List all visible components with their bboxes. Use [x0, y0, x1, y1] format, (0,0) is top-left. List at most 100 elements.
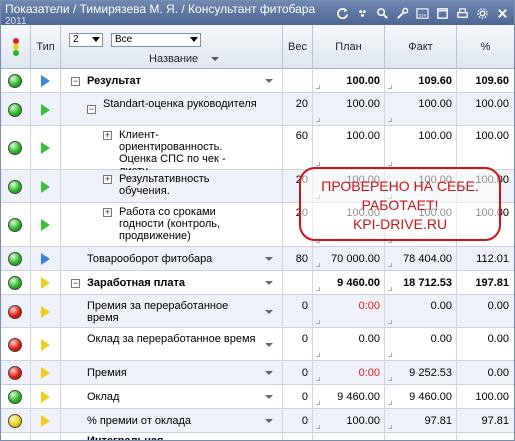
fact-value[interactable]: 109.60: [385, 75, 452, 87]
play-yellow-icon[interactable]: [41, 391, 50, 403]
percent-value[interactable]: 109.60: [457, 75, 509, 87]
row-name[interactable]: Премия: [87, 367, 257, 379]
row-name[interactable]: % премии от оклада: [87, 415, 257, 427]
plan-value[interactable]: 100.00: [313, 98, 380, 110]
plan-value[interactable]: 70 000.00: [313, 253, 380, 265]
row-name[interactable]: Работа со сроками годности (контроль, пр…: [119, 206, 257, 242]
percent-value[interactable]: 97.81: [457, 415, 509, 427]
percent-value[interactable]: 0.00: [457, 300, 509, 312]
row-name[interactable]: Премия за переработанное время: [87, 300, 257, 324]
name-sort-header[interactable]: Название: [149, 53, 219, 65]
collapse-icon[interactable]: −: [87, 105, 96, 114]
percent-value[interactable]: 100.00: [457, 98, 509, 110]
row-name[interactable]: Заработная плата: [87, 277, 257, 289]
row-menu-arrow-icon[interactable]: [265, 79, 273, 83]
status-cell: [1, 328, 31, 360]
collapse-icon[interactable]: −: [71, 278, 80, 288]
plan-value[interactable]: 0.00: [313, 333, 380, 345]
play-yellow-icon[interactable]: [41, 367, 50, 379]
settings-icon[interactable]: [474, 5, 490, 21]
fact-value[interactable]: 100.00: [385, 130, 452, 142]
fact-value[interactable]: 97.81: [385, 415, 452, 427]
percent-value[interactable]: 100.00: [457, 391, 509, 403]
play-green-icon[interactable]: [41, 180, 50, 193]
level-dropdown[interactable]: 2: [69, 33, 103, 47]
refresh-icon[interactable]: [334, 5, 350, 21]
window-icon[interactable]: [434, 5, 450, 21]
plan-value[interactable]: 9 460.00: [313, 391, 380, 403]
row-name[interactable]: Результат: [87, 75, 257, 87]
row-menu-arrow-icon[interactable]: [265, 371, 273, 375]
table-row[interactable]: Премия за переработанное время 0 0:00 0.00 0…: [1, 295, 514, 328]
row-menu-arrow-icon[interactable]: [265, 281, 273, 285]
status-cell: [1, 295, 31, 327]
play-yellow-icon[interactable]: [41, 338, 50, 351]
row-name[interactable]: Товарооборот фитобара: [87, 253, 257, 265]
csv-icon[interactable]: csv: [414, 5, 430, 21]
table-row[interactable]: − Заработная плата 9 460.00 18 712.53 197.81: [1, 271, 514, 295]
table-row[interactable]: % премии от оклада 0 100.00 97.81 97.81: [1, 409, 514, 433]
row-menu-arrow-icon[interactable]: [265, 309, 273, 314]
play-green-icon[interactable]: [41, 142, 50, 154]
percent-value[interactable]: 197.81: [457, 277, 509, 289]
table-row[interactable]: Оклад за переработанное время 0 0.00 0.00 0.…: [1, 328, 514, 361]
row-menu-arrow-icon[interactable]: [265, 257, 273, 261]
table-row[interactable]: + Клиент-ориентированность. Оценка СПС по…: [1, 126, 514, 177]
table-row[interactable]: − Standart-оценка руководителя 20 100.00 100…: [1, 93, 514, 126]
row-name[interactable]: Standart-оценка руководителя: [103, 98, 257, 110]
tools-icon[interactable]: [394, 5, 410, 21]
table-row[interactable]: Интегральная результативность100.00108.5…: [1, 433, 514, 440]
print-icon[interactable]: [454, 5, 470, 21]
play-green-icon[interactable]: [41, 219, 50, 231]
play-blue-icon[interactable]: [41, 75, 50, 87]
play-yellow-icon[interactable]: [41, 415, 50, 427]
table-row[interactable]: Премия 0 0:00 9 252.53 0.00: [1, 361, 514, 385]
collapse-icon[interactable]: −: [71, 76, 80, 86]
plan-value[interactable]: 100.00: [313, 75, 380, 87]
plan-value[interactable]: 0:00: [313, 367, 380, 379]
fact-value[interactable]: 9 460.00: [385, 391, 452, 403]
period-dropdown[interactable]: Все: [111, 33, 201, 47]
dots-icon[interactable]: [354, 5, 370, 21]
weight-column-header[interactable]: Вес: [283, 25, 313, 69]
play-yellow-icon[interactable]: [41, 277, 50, 289]
fact-value[interactable]: 0.00: [385, 333, 452, 345]
plan-column-header[interactable]: План: [313, 25, 385, 69]
percent-value[interactable]: 112.01: [457, 253, 509, 265]
row-menu-arrow-icon[interactable]: [265, 342, 273, 347]
row-name[interactable]: Интегральная результативность: [87, 435, 257, 440]
table-row[interactable]: Оклад 0 9 460.00 9 460.00 100.00: [1, 385, 514, 409]
play-green-icon[interactable]: [41, 103, 50, 116]
weight-cell: [283, 271, 313, 294]
fact-value[interactable]: 78 404.00: [385, 253, 452, 265]
percent-column-header[interactable]: %: [457, 25, 514, 69]
row-menu-arrow-icon[interactable]: [265, 395, 273, 399]
table-row[interactable]: − Результат 100.00 109.60 109.60: [1, 69, 514, 93]
fact-value[interactable]: 0.00: [385, 300, 452, 312]
percent-value[interactable]: 0.00: [457, 333, 509, 345]
expand-icon[interactable]: +: [103, 208, 112, 217]
percent-value[interactable]: 100.00: [457, 130, 509, 142]
fact-value[interactable]: 100.00: [385, 98, 452, 110]
play-yellow-icon[interactable]: [41, 305, 50, 318]
row-name[interactable]: Результативность обучения.: [119, 173, 257, 197]
fact-column-header[interactable]: Факт: [385, 25, 457, 69]
row-menu-arrow-icon[interactable]: [265, 419, 273, 423]
close-icon[interactable]: [494, 5, 510, 21]
fact-value[interactable]: 9 252.53: [385, 367, 452, 379]
search-icon[interactable]: [374, 5, 390, 21]
row-name[interactable]: Оклад за переработанное время: [87, 333, 257, 345]
plan-value[interactable]: 100.00: [313, 130, 380, 142]
expand-icon[interactable]: +: [103, 131, 112, 140]
play-blue-icon[interactable]: [41, 253, 50, 265]
fact-value[interactable]: 18 712.53: [385, 277, 452, 289]
type-column-header[interactable]: Тип: [31, 25, 61, 69]
table-row[interactable]: Товарооборот фитобара 80 70 000.00 78 404.0…: [1, 247, 514, 271]
weight-value: 0: [301, 367, 308, 379]
row-name[interactable]: Оклад: [87, 391, 257, 403]
plan-value[interactable]: 100.00: [313, 415, 380, 427]
plan-value[interactable]: 9 460.00: [313, 277, 380, 289]
percent-value[interactable]: 0.00: [457, 367, 509, 379]
expand-icon[interactable]: +: [103, 175, 112, 184]
plan-value[interactable]: 0:00: [313, 300, 380, 312]
